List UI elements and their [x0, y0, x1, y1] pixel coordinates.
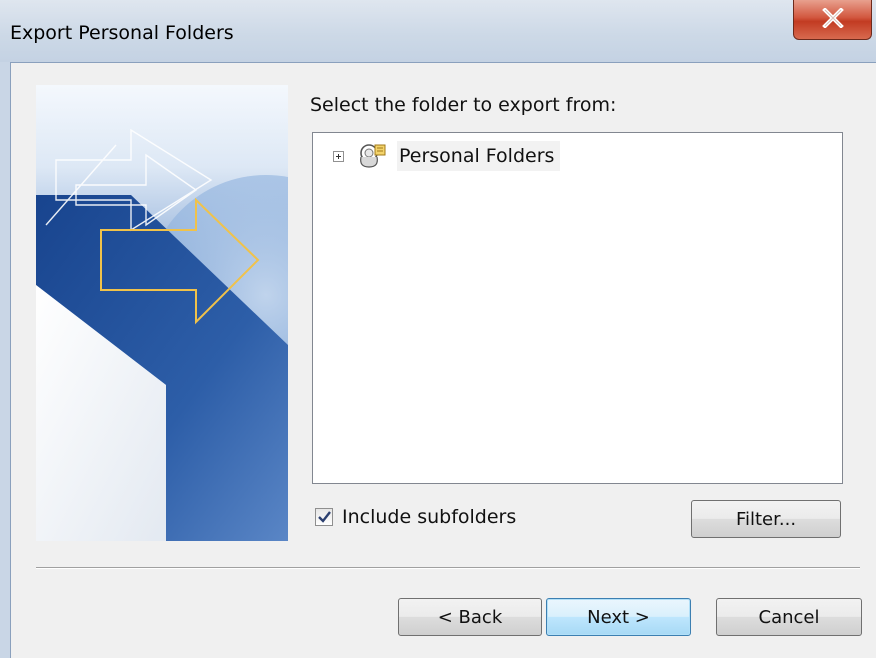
next-button[interactable]: Next >: [546, 598, 691, 636]
tree-item-personal-folders[interactable]: Personal Folders: [397, 141, 561, 171]
expand-icon[interactable]: [333, 151, 344, 162]
filter-button[interactable]: Filter...: [691, 500, 841, 538]
close-icon: [822, 8, 844, 28]
checkmark-icon: [318, 511, 331, 523]
window-title: Export Personal Folders: [10, 22, 234, 44]
personal-folders-icon: [360, 144, 386, 168]
title-bar: Export Personal Folders: [0, 0, 876, 62]
folder-tree[interactable]: Personal Folders: [312, 132, 843, 484]
wizard-graphic: [36, 85, 288, 541]
include-subfolders-checkbox[interactable]: [315, 508, 333, 526]
separator: [36, 567, 860, 569]
include-subfolders-label[interactable]: Include subfolders: [342, 506, 516, 528]
back-button[interactable]: < Back: [398, 598, 542, 636]
folder-prompt: Select the folder to export from:: [310, 94, 617, 116]
close-button[interactable]: [793, 0, 872, 40]
cancel-button[interactable]: Cancel: [716, 598, 862, 636]
